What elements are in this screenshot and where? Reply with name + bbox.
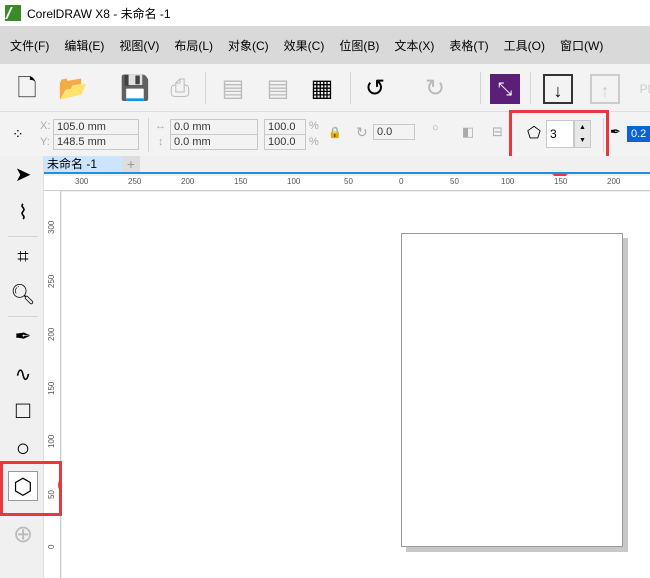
ruler-label: 250 — [47, 274, 56, 288]
ruler-label: 100 — [287, 177, 301, 186]
ruler-label: 100 — [501, 177, 515, 186]
document-page[interactable] — [401, 233, 623, 547]
ruler-label: 100 — [47, 434, 56, 448]
search-content-icon[interactable]: ⤡ — [490, 74, 520, 104]
standard-toolbar: 🗋 📂 💾 ⎙ ▤ ▤ ▦ ↺ ↻ ⤡ ↓ ↑ PD — [0, 64, 650, 112]
document-tabs: 未命名 -1 + — [44, 156, 650, 174]
height-field[interactable]: 0.0 mm — [170, 134, 258, 150]
ellipse-tool-icon[interactable]: ○ — [8, 434, 38, 464]
x-label: X: — [40, 120, 51, 132]
menu-view[interactable]: 视图(V) — [119, 37, 159, 54]
ruler-label: 50 — [344, 177, 353, 186]
document-tab[interactable]: 未命名 -1 — [44, 156, 122, 172]
vertical-ruler[interactable]: 300 250 200 150 100 50 0 — [44, 191, 61, 578]
height-icon: ↕ — [158, 136, 164, 148]
ruler-label: 300 — [47, 220, 56, 234]
menu-text[interactable]: 文本(X) — [394, 37, 434, 54]
outline-pen-icon: ✒ — [610, 124, 621, 139]
save-icon[interactable]: 💾 — [120, 74, 150, 104]
export-icon[interactable]: ↑ — [590, 74, 620, 104]
ruler-label: 150 — [554, 177, 568, 186]
copy-icon[interactable]: ▤ — [263, 74, 293, 104]
ruler-label: 50 — [450, 177, 459, 186]
add-tool-icon[interactable]: ⊕ — [8, 520, 38, 550]
ruler-label: 200 — [47, 327, 56, 341]
lock-ratio-icon[interactable]: 🔒 — [328, 126, 342, 139]
outline-width-field[interactable]: 0.2 — [627, 126, 650, 142]
horizontal-ruler[interactable]: 300 250 200 150 100 50 0 50 100 150 200 — [44, 176, 650, 191]
new-document-icon[interactable]: 🗋 — [12, 74, 42, 104]
mirror-vertical-icon[interactable]: ⊟ — [492, 124, 503, 140]
menu-tools[interactable]: 工具(O) — [504, 37, 545, 54]
crop-tool-icon[interactable]: ⌗ — [8, 242, 38, 272]
menu-bar: 文件(F) 编辑(E) 视图(V) 布局(L) 对象(C) 效果(C) 位图(B… — [0, 26, 650, 64]
paste-icon[interactable]: ▦ — [307, 74, 337, 104]
degree-icon: ○ — [432, 122, 439, 134]
window-title: CorelDRAW X8 - 未命名 -1 — [27, 6, 171, 21]
x-position-field[interactable]: 105.0 mm — [53, 119, 139, 135]
menu-edit[interactable]: 编辑(E) — [64, 37, 104, 54]
rotate-icon: ↻ — [356, 124, 368, 140]
cut-icon[interactable]: ▤ — [218, 74, 248, 104]
add-tab-button[interactable]: + — [122, 156, 140, 172]
import-icon[interactable]: ↓ — [543, 74, 573, 104]
ruler-label: 200 — [181, 177, 195, 186]
title-bar: CorelDRAW X8 - 未命名 -1 — [0, 0, 650, 26]
menu-file[interactable]: 文件(F) — [10, 37, 49, 54]
ruler-label: 250 — [128, 177, 142, 186]
menu-layout[interactable]: 布局(L) — [174, 37, 213, 54]
y-label: Y: — [40, 136, 50, 148]
y-position-field[interactable]: 148.5 mm — [53, 134, 139, 150]
redo-icon[interactable]: ↻ — [420, 74, 450, 104]
zoom-tool-icon[interactable]: 🔍︎ — [8, 280, 38, 310]
ruler-label: 150 — [234, 177, 248, 186]
object-origin-icon[interactable]: ⁘ — [12, 126, 24, 143]
pen-tool-icon[interactable]: ✒ — [8, 322, 38, 352]
ruler-label: 0 — [47, 544, 56, 549]
ruler-label: 200 — [607, 177, 621, 186]
print-icon[interactable]: ⎙ — [165, 74, 195, 104]
menu-table[interactable]: 表格(T) — [449, 37, 488, 54]
coreldraw-logo-icon — [5, 5, 21, 21]
mirror-horizontal-icon[interactable]: ◧ — [462, 124, 474, 140]
ruler-label: 0 — [399, 177, 404, 186]
percent-label: % — [309, 120, 319, 132]
pick-tool-icon[interactable]: ➤ — [8, 160, 38, 190]
rotation-field[interactable]: 0.0 — [373, 124, 415, 140]
width-icon: ↔ — [155, 120, 166, 132]
menu-object[interactable]: 对象(C) — [228, 37, 269, 54]
percent-label: % — [309, 136, 319, 148]
freehand-tool-icon[interactable]: ∿ — [8, 360, 38, 390]
scale-x-field[interactable]: 100.0 — [264, 119, 306, 135]
publish-pdf-icon[interactable]: PD — [633, 74, 650, 104]
scale-y-field[interactable]: 100.0 — [264, 134, 306, 150]
shape-tool-icon[interactable]: ⌇ — [8, 198, 38, 228]
menu-effects[interactable]: 效果(C) — [284, 37, 325, 54]
menu-bitmaps[interactable]: 位图(B) — [339, 37, 379, 54]
width-field[interactable]: 0.0 mm — [170, 119, 258, 135]
highlight-polygon-tool — [0, 461, 62, 516]
open-folder-icon[interactable]: 📂 — [58, 74, 88, 104]
undo-icon[interactable]: ↺ — [360, 74, 390, 104]
ruler-label: 300 — [75, 177, 89, 186]
ruler-label: 150 — [47, 381, 56, 395]
rectangle-tool-icon[interactable]: □ — [8, 396, 38, 426]
menu-window[interactable]: 窗口(W) — [560, 37, 603, 54]
